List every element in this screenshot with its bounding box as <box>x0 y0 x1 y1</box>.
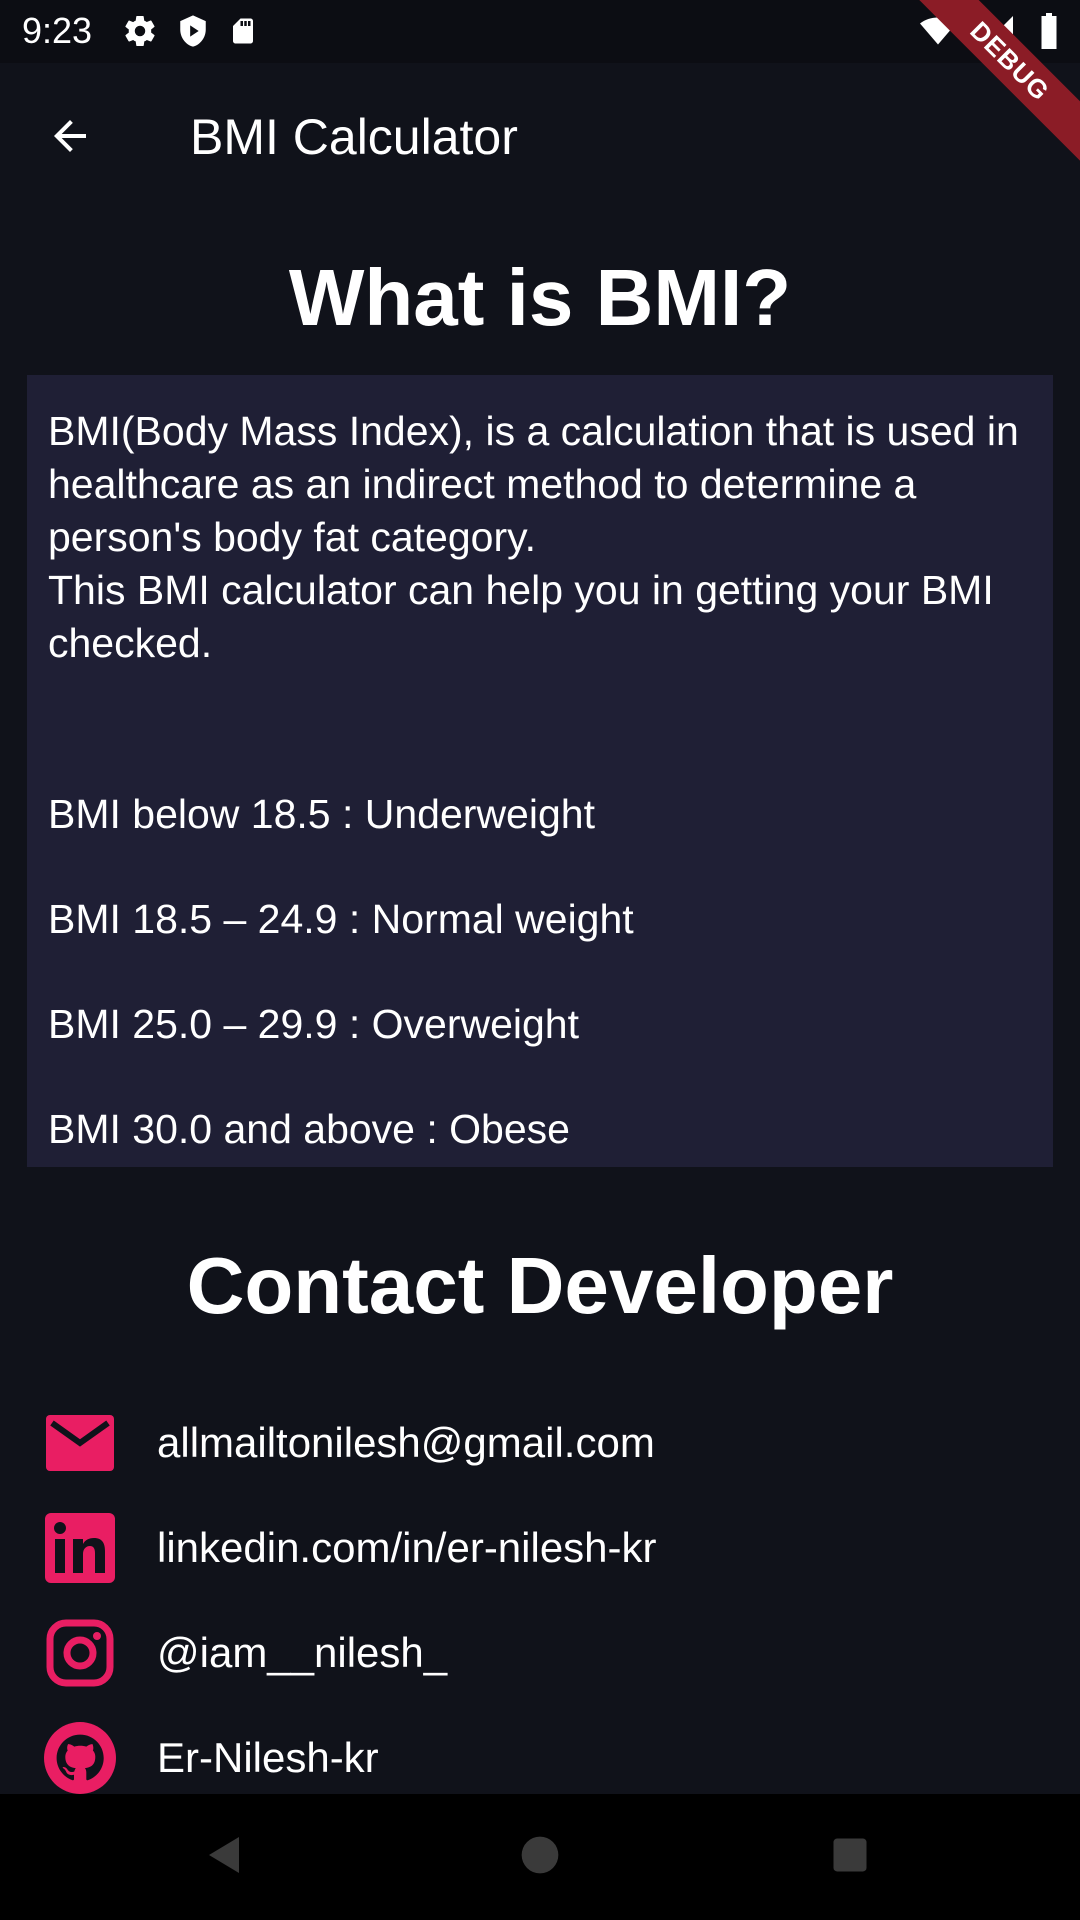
battery-icon <box>1038 13 1060 49</box>
arrow-back-icon <box>46 112 94 165</box>
contact-heading: Contact Developer <box>186 1241 894 1330</box>
contact-email-text: allmailtonilesh@gmail.com <box>157 1418 655 1466</box>
sd-card-icon <box>228 13 258 49</box>
bmi-description-line2: This BMI calculator can help you in gett… <box>48 567 994 666</box>
back-triangle-icon <box>201 1831 249 1884</box>
email-icon <box>44 1407 116 1479</box>
bmi-range-overweight: BMI 25.0 – 29.9 : Overweight <box>48 1001 579 1047</box>
gear-icon <box>122 13 158 49</box>
contact-linkedin-text: linkedin.com/in/er-nilesh-kr <box>157 1523 657 1571</box>
bmi-range-normal: BMI 18.5 – 24.9 : Normal weight <box>48 896 634 942</box>
contact-instagram-row[interactable]: @iam__nilesh_ <box>0 1600 1080 1705</box>
contact-list: allmailtonilesh@gmail.com linkedin.com/i… <box>0 1390 1080 1810</box>
status-bar: 9:23 <box>0 0 1080 63</box>
contact-github-text: Er-Nilesh-kr <box>157 1733 379 1781</box>
app-title: BMI Calculator <box>190 109 518 165</box>
bmi-description-line1: BMI(Body Mass Index), is a calculation t… <box>48 408 1019 560</box>
linkedin-icon <box>44 1512 116 1584</box>
system-nav-bar <box>0 1794 1080 1920</box>
recents-square-icon <box>828 1833 872 1882</box>
status-time: 9:23 <box>22 10 93 51</box>
bmi-range-underweight: BMI below 18.5 : Underweight <box>48 791 595 837</box>
nav-back-button[interactable] <box>195 1827 255 1887</box>
bmi-range-list: BMI below 18.5 : Underweight BMI 18.5 – … <box>48 788 1033 1156</box>
bmi-info-card: BMI(Body Mass Index), is a calculation t… <box>27 375 1053 1167</box>
contact-email-row[interactable]: allmailtonilesh@gmail.com <box>0 1390 1080 1495</box>
bmi-heading: What is BMI? <box>288 253 792 342</box>
shield-play-icon <box>176 13 210 49</box>
nav-home-button[interactable] <box>510 1827 570 1887</box>
status-icons-left <box>122 13 258 49</box>
app-bar: BMI Calculator <box>0 63 1080 213</box>
contact-linkedin-row[interactable]: linkedin.com/in/er-nilesh-kr <box>0 1495 1080 1600</box>
nav-recents-button[interactable] <box>820 1827 880 1887</box>
instagram-icon <box>44 1617 116 1689</box>
contact-instagram-text: @iam__nilesh_ <box>157 1628 448 1676</box>
github-icon <box>44 1721 116 1794</box>
bmi-range-obese: BMI 30.0 and above : Obese <box>48 1106 570 1152</box>
bmi-description: BMI(Body Mass Index), is a calculation t… <box>48 405 1033 670</box>
home-circle-icon <box>518 1833 562 1882</box>
back-button[interactable] <box>40 108 100 168</box>
